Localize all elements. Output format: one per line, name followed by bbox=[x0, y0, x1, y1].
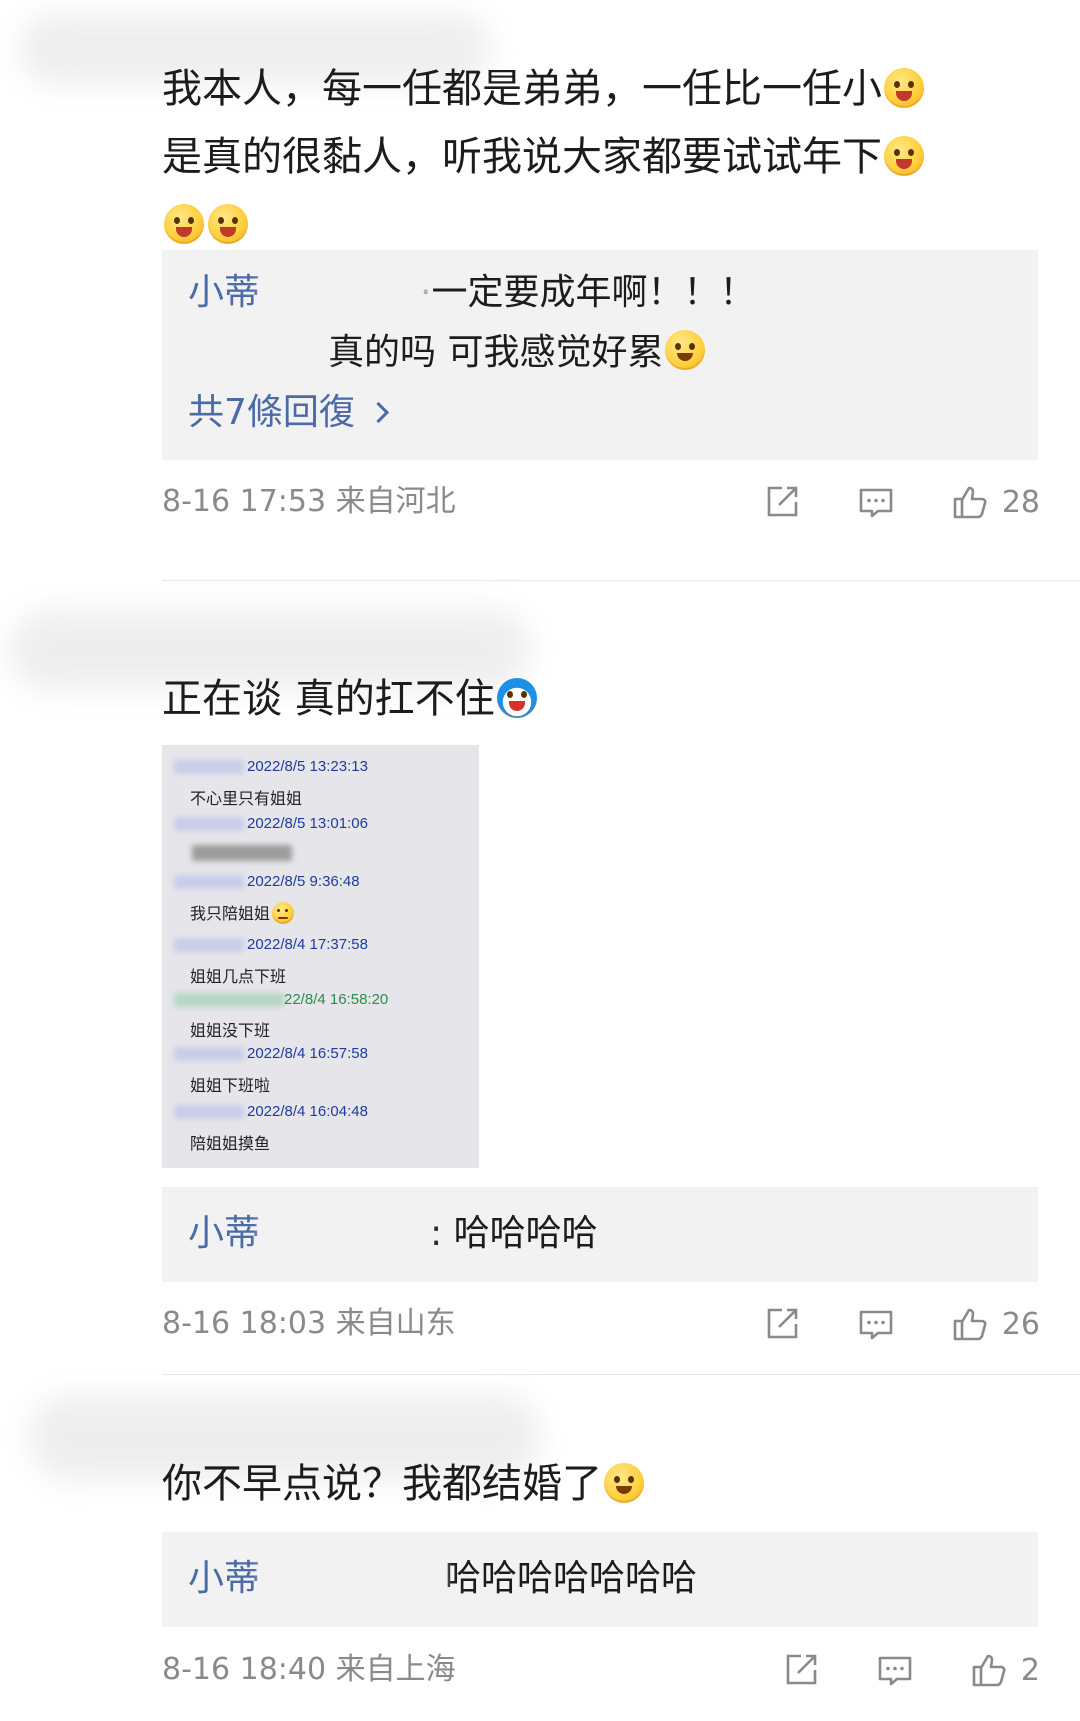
more-replies-link[interactable]: 共7條回復 bbox=[188, 388, 390, 438]
reply-item[interactable]: 真的吗 可我感觉好累 bbox=[188, 328, 707, 378]
comment-text-line: 我本人，每一任都是弟弟，一任比一任小 bbox=[162, 66, 882, 112]
comment-location: 来自上海 bbox=[335, 1652, 456, 1687]
message-text: 不心里只有姐姐 bbox=[190, 789, 303, 808]
blurred-avatar bbox=[174, 817, 244, 831]
blurred-avatar bbox=[174, 1047, 244, 1061]
comment-location: 来自河北 bbox=[335, 484, 456, 519]
redacted-name bbox=[260, 1215, 431, 1255]
laugh-cry-emoji-icon bbox=[604, 1463, 644, 1503]
message-text: 姐姐没下班 bbox=[190, 1021, 271, 1040]
share-icon bbox=[767, 1308, 798, 1339]
comment-meta: 8-16 18:03 来自山东 bbox=[162, 1304, 456, 1344]
comment-text: 正在谈 真的扛不住 bbox=[162, 665, 1010, 733]
reply-author[interactable]: 小蒂 bbox=[188, 272, 260, 313]
love-face-emoji-icon bbox=[164, 204, 204, 244]
reply-box[interactable]: 小蒂 : 哈哈哈哈 bbox=[162, 1187, 1038, 1282]
message-text: 陪姐姐摸鱼 bbox=[190, 1134, 271, 1153]
reply-text: 哈哈哈哈哈哈哈 bbox=[445, 1558, 698, 1599]
comment-text-line: 你不早点说？我都结婚了 bbox=[162, 1461, 602, 1507]
thumbs-up-icon bbox=[953, 1308, 987, 1341]
message-text: 我只陪姐姐 bbox=[190, 900, 296, 924]
message-time: 2022/8/4 16:57:58 bbox=[247, 1045, 368, 1062]
message-time: 22/8/4 16:58:20 bbox=[284, 991, 389, 1008]
comment-time: 8-16 18:40 bbox=[162, 1652, 327, 1687]
message-time: 2022/8/5 9:36:48 bbox=[247, 873, 360, 890]
comment-text-line: 是真的很黏人，听我说大家都要试试年下 bbox=[162, 134, 882, 180]
like-button[interactable]: 28 bbox=[950, 482, 1040, 522]
laugh-cry-emoji-icon bbox=[665, 330, 706, 370]
message-time: 2022/8/4 17:37:58 bbox=[247, 936, 368, 953]
reply-box[interactable]: 小蒂 哈哈哈哈哈哈哈 bbox=[162, 1532, 1038, 1627]
comment-actions: 2 bbox=[781, 1648, 1040, 1692]
redacted-name bbox=[260, 274, 421, 314]
comment-meta: 8-16 17:53 来自河北 bbox=[162, 482, 456, 522]
blurred-avatar bbox=[174, 993, 284, 1007]
like-count: 2 bbox=[1020, 1652, 1040, 1688]
comment-icon bbox=[859, 1310, 893, 1340]
comment-button[interactable] bbox=[856, 1304, 896, 1344]
redacted-message bbox=[192, 845, 292, 861]
blurred-avatar bbox=[174, 1105, 244, 1119]
message-text: 姐姐下班啦 bbox=[190, 1076, 271, 1095]
message-time: 2022/8/4 16:04:48 bbox=[247, 1103, 368, 1120]
doraemon-emoji-icon bbox=[496, 678, 537, 718]
chevron-right-icon bbox=[367, 401, 390, 424]
reply-text: 真的吗 可我感觉好累 bbox=[328, 332, 664, 373]
reply-separator: · bbox=[420, 272, 432, 313]
comment-icon bbox=[878, 1656, 912, 1686]
love-face-emoji-icon bbox=[208, 204, 248, 244]
blurred-avatar bbox=[174, 760, 244, 774]
share-button[interactable] bbox=[762, 1304, 802, 1344]
reply-item[interactable]: 小蒂 : 哈哈哈哈 bbox=[188, 1209, 598, 1259]
reply-box[interactable]: 小蒂 ·一定要成年啊！！！ 真的吗 可我感觉好累 共7條回復 bbox=[162, 250, 1038, 460]
like-button[interactable]: 26 bbox=[950, 1304, 1040, 1344]
share-button[interactable] bbox=[781, 1650, 821, 1690]
divider bbox=[162, 580, 1080, 581]
message-time: 2022/8/5 13:01:06 bbox=[247, 815, 368, 832]
redacted-name bbox=[260, 1560, 446, 1600]
comment-time: 8-16 18:03 bbox=[162, 1306, 327, 1341]
flower-face-emoji-icon bbox=[884, 68, 924, 108]
comment-text: 我本人，每一任都是弟弟，一任比一任小 是真的很黏人，听我说大家都要试试年下 bbox=[162, 55, 1010, 259]
comment-icon bbox=[859, 488, 893, 518]
comment-actions: 28 bbox=[762, 480, 1040, 524]
love-face-emoji-icon bbox=[884, 136, 924, 176]
reply-text: : 哈哈哈哈 bbox=[430, 1213, 598, 1254]
sleepy-emoji-icon bbox=[272, 902, 295, 924]
reply-text: 一定要成年啊！！！ bbox=[431, 272, 756, 313]
divider bbox=[162, 1374, 1080, 1375]
comment-text: 你不早点说？我都结婚了 bbox=[162, 1450, 1010, 1518]
comment-actions: 26 bbox=[762, 1302, 1040, 1346]
redacted-name bbox=[188, 334, 328, 374]
comment-button[interactable] bbox=[856, 482, 896, 522]
thumbs-up-icon bbox=[972, 1654, 1006, 1687]
share-button[interactable] bbox=[762, 482, 802, 522]
comment-location: 来自山东 bbox=[335, 1306, 456, 1341]
share-icon bbox=[786, 1654, 817, 1685]
message-text-content: 我只陪姐姐 bbox=[190, 904, 271, 923]
comment-button[interactable] bbox=[875, 1650, 915, 1690]
share-icon bbox=[767, 486, 798, 517]
like-count: 28 bbox=[1001, 484, 1040, 520]
comment-meta: 8-16 18:40 来自上海 bbox=[162, 1650, 456, 1690]
like-button[interactable]: 2 bbox=[969, 1650, 1040, 1690]
message-time: 2022/8/5 13:23:13 bbox=[247, 758, 368, 775]
thumbs-up-icon bbox=[953, 486, 987, 519]
more-replies-label[interactable]: 共7條回復 bbox=[188, 392, 355, 433]
reply-author[interactable]: 小蒂 bbox=[188, 1558, 260, 1599]
blurred-avatar bbox=[174, 938, 244, 952]
blurred-avatar bbox=[174, 875, 244, 889]
chat-screenshot-image[interactable]: 2022/8/5 13:23:13 不心里只有姐姐 2022/8/5 13:01… bbox=[162, 745, 479, 1168]
reply-item[interactable]: 小蒂 哈哈哈哈哈哈哈 bbox=[188, 1554, 697, 1604]
comment-text-line: 正在谈 真的扛不住 bbox=[162, 676, 495, 722]
reply-author[interactable]: 小蒂 bbox=[188, 1213, 260, 1254]
like-count: 26 bbox=[1001, 1306, 1040, 1342]
reply-item[interactable]: 小蒂 ·一定要成年啊！！！ bbox=[188, 268, 755, 318]
message-text: 姐姐几点下班 bbox=[190, 967, 287, 986]
comment-time: 8-16 17:53 bbox=[162, 484, 327, 519]
